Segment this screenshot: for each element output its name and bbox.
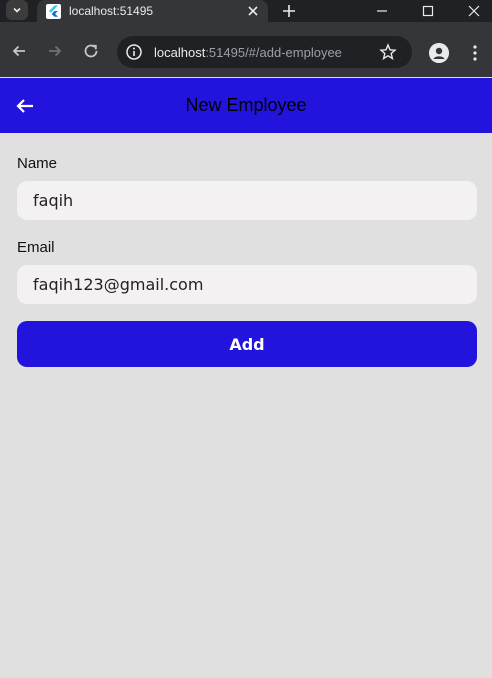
person-icon[interactable] [429, 43, 449, 63]
app-bar: New Employee [0, 78, 492, 133]
url-text[interactable]: localhost:51495/#/add-employee [154, 45, 342, 60]
browser-tab[interactable]: localhost:51495 [37, 0, 268, 22]
name-label: Name [17, 155, 58, 172]
url-host: localhost [154, 45, 206, 60]
arrow-left-icon[interactable] [10, 42, 28, 60]
browser-toolbar: localhost:51495/#/add-employee [0, 22, 492, 77]
reload-icon[interactable] [82, 42, 100, 60]
arrow-left-icon[interactable] [14, 95, 36, 117]
plus-icon[interactable] [281, 3, 297, 19]
add-button[interactable]: Add [17, 321, 477, 367]
info-icon[interactable] [125, 43, 143, 61]
email-label: Email [17, 239, 55, 256]
email-field[interactable] [17, 265, 477, 304]
maximize-icon[interactable] [420, 3, 436, 19]
tab-search-button[interactable] [6, 0, 28, 20]
tab-title: localhost:51495 [69, 4, 154, 18]
window-close-icon[interactable] [466, 3, 482, 19]
address-bar[interactable]: localhost:51495/#/add-employee [117, 36, 412, 68]
flutter-icon [46, 4, 61, 19]
page-title: New Employee [185, 95, 307, 115]
close-icon[interactable] [246, 4, 260, 18]
arrow-right-icon[interactable] [46, 42, 64, 60]
name-field[interactable] [17, 181, 477, 220]
url-path: :51495/#/add-employee [205, 45, 342, 60]
star-icon[interactable] [379, 43, 397, 61]
chevron-down-icon [13, 7, 21, 13]
browser-tab-strip: localhost:51495 [0, 0, 492, 22]
minimize-icon[interactable] [374, 3, 390, 19]
add-employee-form: Name Email Add [0, 133, 492, 678]
more-vertical-icon[interactable] [468, 43, 482, 63]
